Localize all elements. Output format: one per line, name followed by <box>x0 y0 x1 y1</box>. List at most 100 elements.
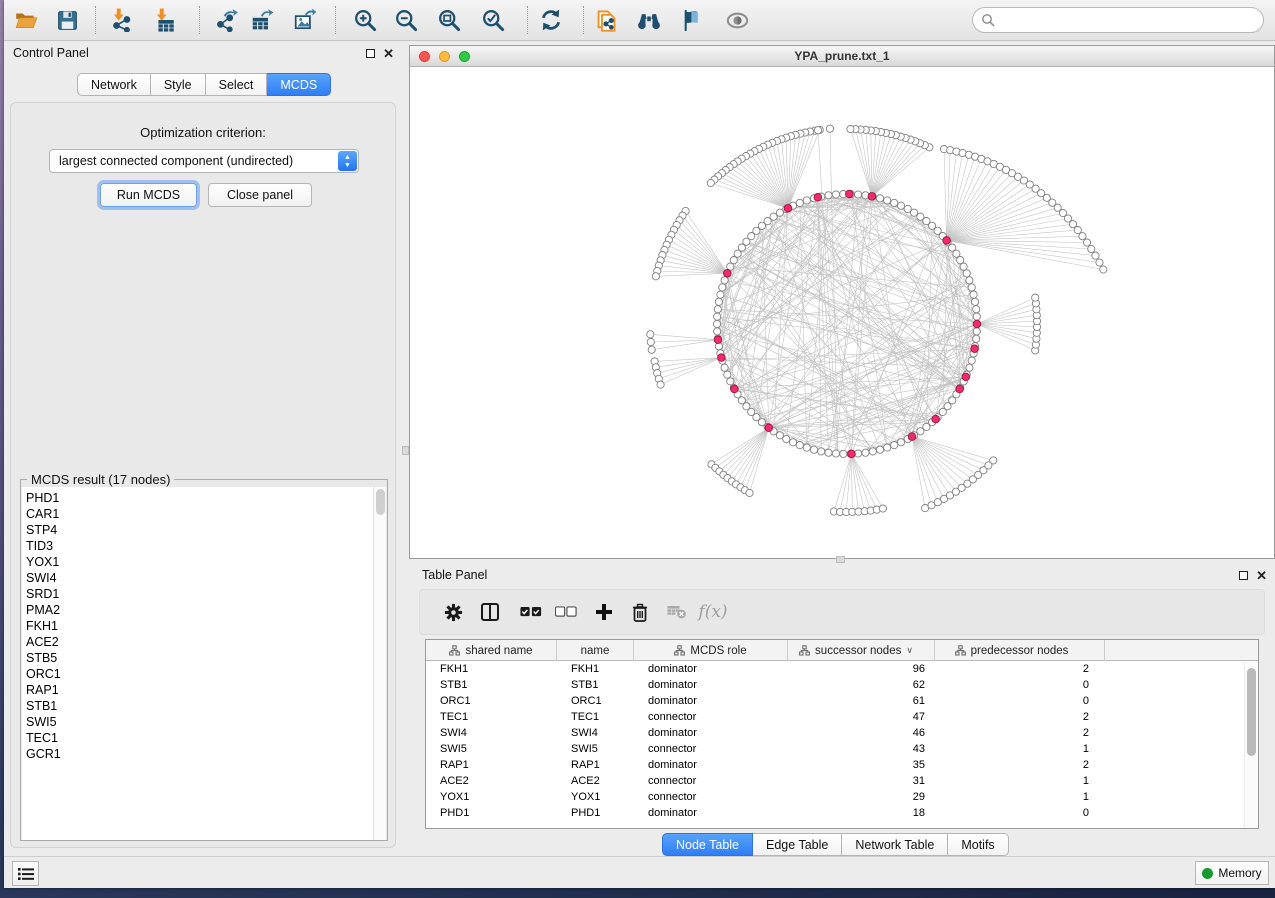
mcds-result-item[interactable]: TEC1 <box>26 730 374 746</box>
table-row[interactable]: RAP1RAP1dominator352 <box>426 757 1258 773</box>
table-row[interactable]: PHD1PHD1dominator180 <box>426 805 1258 821</box>
column-header-successor-nodes[interactable]: successor nodes ∨ <box>788 640 935 661</box>
export-image-icon <box>293 8 317 32</box>
scrollbar-thumb[interactable] <box>1247 668 1256 756</box>
mcds-result-item[interactable]: ACE2 <box>26 634 374 650</box>
add-row-button[interactable] <box>589 597 619 627</box>
zoom-selected-button[interactable] <box>477 4 509 36</box>
table-row[interactable]: SWI5SWI5connector431 <box>426 741 1258 757</box>
mcds-result-item[interactable]: TID3 <box>26 538 374 554</box>
export-table-button[interactable] <box>246 4 278 36</box>
mcds-result-item[interactable]: FKH1 <box>26 618 374 634</box>
binoculars-icon <box>636 7 662 33</box>
mcds-result-item[interactable]: SWI5 <box>26 714 374 730</box>
deselect-all-button[interactable] <box>551 597 581 627</box>
mcds-result-item[interactable]: RAP1 <box>26 682 374 698</box>
column-header-name[interactable]: name <box>557 640 634 661</box>
mcds-result-item[interactable]: ORC1 <box>26 666 374 682</box>
control-panel-title: Control Panel <box>13 46 89 60</box>
tab-mcds[interactable]: MCDS <box>267 73 331 96</box>
scrollbar-thumb[interactable] <box>376 489 385 515</box>
tab-style[interactable]: Style <box>151 73 206 96</box>
mcds-tab-content: Optimization criterion: largest connecte… <box>10 102 396 848</box>
save-session-button[interactable] <box>51 4 83 36</box>
tab-edge-table[interactable]: Edge Table <box>753 833 842 856</box>
horizontal-splitter-grip[interactable] <box>836 556 845 563</box>
delete-row-button[interactable] <box>625 597 655 627</box>
first-neighbors-button[interactable] <box>633 4 665 36</box>
show-log-button[interactable] <box>12 861 39 886</box>
mcds-result-item[interactable]: STB5 <box>26 650 374 666</box>
settings-gear-button[interactable] <box>438 597 468 627</box>
zoom-out-button[interactable] <box>390 4 422 36</box>
network-view-titlebar[interactable]: YPA_prune.txt_1 <box>410 46 1274 67</box>
table-row[interactable]: FKH1FKH1dominator962 <box>426 661 1258 677</box>
node-table[interactable]: shared name name MCDS role successor nod… <box>425 639 1259 829</box>
vertical-splitter[interactable] <box>402 41 409 856</box>
table-row[interactable]: YOX1YOX1connector291 <box>426 789 1258 805</box>
table-row[interactable]: ORC1ORC1dominator610 <box>426 693 1258 709</box>
float-panel-icon[interactable] <box>366 49 375 58</box>
tab-select[interactable]: Select <box>206 73 268 96</box>
tab-network-table[interactable]: Network Table <box>842 833 948 856</box>
column-header-mcds-role[interactable]: MCDS role <box>634 640 788 661</box>
tab-node-table[interactable]: Node Table <box>662 833 753 856</box>
splitter-grip[interactable] <box>402 446 409 455</box>
memory-status-icon <box>1202 868 1213 879</box>
tab-motifs[interactable]: Motifs <box>948 833 1008 856</box>
mcds-result-item[interactable]: YOX1 <box>26 554 374 570</box>
search-input[interactable] <box>1000 13 1263 27</box>
open-file-button[interactable] <box>10 4 42 36</box>
mcds-list-scrollbar[interactable] <box>373 487 386 840</box>
mcds-result-item[interactable]: STP4 <box>26 522 374 538</box>
function-builder-button[interactable]: f(x) <box>698 597 728 627</box>
import-table-icon <box>153 8 177 32</box>
application-window: Control Panel ✕ Network Style Select MCD… <box>4 0 1275 888</box>
float-panel-icon[interactable] <box>1239 571 1248 580</box>
refresh-button[interactable] <box>535 4 567 36</box>
plus-icon <box>595 603 613 621</box>
close-panel-icon[interactable]: ✕ <box>1256 569 1267 582</box>
show-columns-button[interactable] <box>475 597 505 627</box>
clone-network-button[interactable] <box>590 4 622 36</box>
table-row[interactable]: ACE2ACE2connector311 <box>426 773 1258 789</box>
mcds-result-item[interactable]: GCR1 <box>26 746 374 762</box>
table-cell: 43 <box>788 741 935 757</box>
select-all-button[interactable] <box>516 597 546 627</box>
table-row[interactable]: SWI4SWI4dominator462 <box>426 725 1258 741</box>
table-cell: 0 <box>935 805 1105 821</box>
table-cell: YOX1 <box>426 789 557 805</box>
mcds-result-item[interactable]: SRD1 <box>26 586 374 602</box>
mcds-result-list[interactable]: PHD1CAR1STP4TID3YOX1SWI4SRD1PMA2FKH1ACE2… <box>22 487 374 840</box>
tab-network[interactable]: Network <box>77 73 151 96</box>
show-all-button[interactable] <box>721 4 753 36</box>
mcds-result-item[interactable]: CAR1 <box>26 506 374 522</box>
table-row[interactable]: STB1STB1dominator620 <box>426 677 1258 693</box>
close-panel-button[interactable]: Close panel <box>208 183 312 207</box>
network-canvas[interactable] <box>410 67 1274 558</box>
mcds-result-item[interactable]: STB1 <box>26 698 374 714</box>
export-image-button[interactable] <box>289 4 321 36</box>
delete-table-button[interactable] <box>662 597 692 627</box>
column-header-shared-name[interactable]: shared name <box>426 640 557 661</box>
table-scrollbar[interactable] <box>1244 662 1257 828</box>
export-network-button[interactable] <box>211 4 243 36</box>
table-row[interactable]: TEC1TEC1connector472 <box>426 709 1258 725</box>
mcds-result-item[interactable]: SWI4 <box>26 570 374 586</box>
mcds-result-item[interactable]: PMA2 <box>26 602 374 618</box>
mcds-result-item[interactable]: PHD1 <box>26 490 374 506</box>
import-table-button[interactable] <box>149 4 181 36</box>
table-cell: 1 <box>935 741 1105 757</box>
zoom-fit-button[interactable] <box>433 4 465 36</box>
column-header-predecessor-nodes[interactable]: predecessor nodes <box>935 640 1105 661</box>
table-toolbar: f(x) <box>419 589 1265 635</box>
memory-button[interactable]: Memory <box>1195 861 1269 885</box>
import-network-button[interactable] <box>106 4 138 36</box>
hide-selected-button[interactable] <box>676 4 708 36</box>
delete-table-icon <box>667 605 687 619</box>
run-mcds-button[interactable]: Run MCDS <box>100 183 197 207</box>
zoom-in-button[interactable] <box>349 4 381 36</box>
optimization-criterion-select[interactable]: largest connected component (undirected)… <box>49 149 359 173</box>
search-box[interactable] <box>972 7 1264 33</box>
close-panel-icon[interactable]: ✕ <box>383 47 394 60</box>
